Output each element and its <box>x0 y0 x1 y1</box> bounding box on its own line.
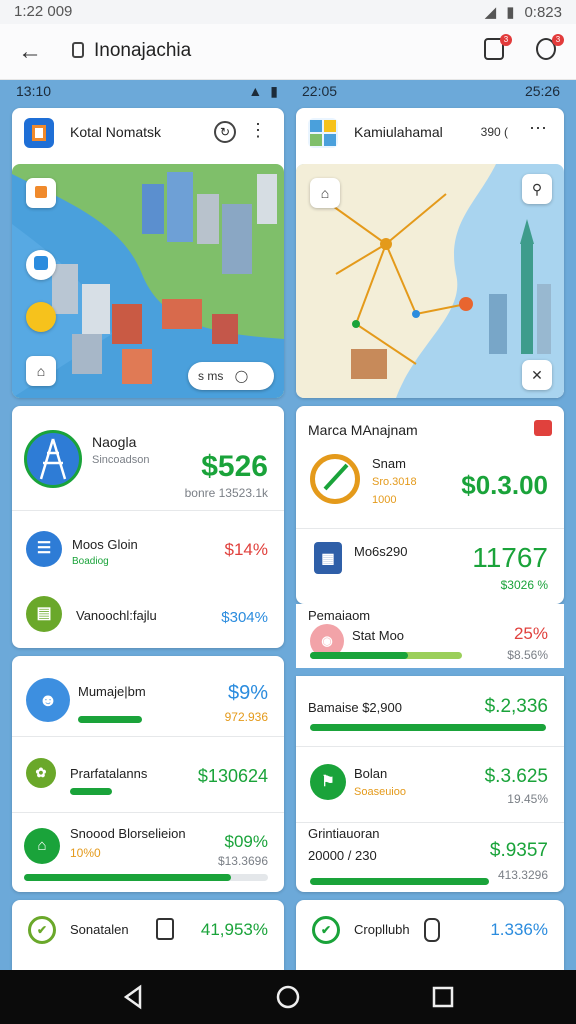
page-title: Inonajachia <box>94 40 192 61</box>
right-list-card: Bamaise $2,900 $.2,336 ⚑ Bolan Soaseuioo… <box>296 676 564 892</box>
left-map-card: Kotal Nomatsk ↻ ⋮ ⌂ s ms ◯ <box>12 108 284 398</box>
gauge-icon <box>310 454 360 504</box>
notifications-badge: 3 <box>552 34 564 46</box>
bottom-left-card[interactable]: ✔ Sonatalen 41,953% <box>12 900 284 970</box>
favorite-button[interactable] <box>26 302 56 332</box>
chart-icon: ▤ <box>26 596 62 632</box>
status-time: 1:22 009 <box>14 3 73 20</box>
left-list-card: ☻ Mumaje|bm $9% 972.936 ✿ Prarfatalanns … <box>12 656 284 892</box>
person-icon: ☻ <box>26 678 70 722</box>
map-extra: 390 ( <box>480 125 508 139</box>
list-item[interactable]: Grintiauoran 20000 / 230 $.9357 413.3296 <box>296 822 564 892</box>
flag-icon[interactable] <box>534 420 552 436</box>
clock-icon: ✔ <box>312 916 340 944</box>
right-pane-status: 22:05 25:26 <box>302 83 560 99</box>
refresh-icon: ◯ <box>234 369 249 383</box>
back-arrow-icon[interactable]: ← <box>18 38 42 66</box>
nav-recents-icon[interactable] <box>430 984 456 1010</box>
building-icon: ▦ <box>314 542 342 574</box>
map-title: Kotal Nomatsk <box>70 124 162 140</box>
right-stats-card: Marca MAnajnam Snam Sro.3018 1000 $0.3.0… <box>296 406 564 604</box>
tower-icon <box>24 430 82 488</box>
app-bar: ← Inonajachia 3 3 <box>0 24 576 80</box>
close-icon[interactable]: ✕ <box>522 360 552 390</box>
menu-dots-icon[interactable]: ⋯ <box>529 118 548 139</box>
tabs-button[interactable]: 3 <box>484 34 512 62</box>
layers-button[interactable] <box>26 178 56 208</box>
list-item[interactable]: Bamaise $2,900 $.2,336 <box>296 676 564 746</box>
battery-icon <box>424 918 440 942</box>
left-stats-card: Naogla Sincoadson $526 bonre 13523.1k ☰ … <box>12 406 284 648</box>
list-item[interactable]: ✿ Prarfatalanns $130624 <box>12 736 284 812</box>
signal-icon: ◢ <box>484 4 497 21</box>
status-right: 0:823 <box>524 3 562 21</box>
wifi-icon: ▲ <box>248 83 263 99</box>
leaf-icon: ✿ <box>26 758 56 788</box>
right-progress-row: Pemaiaom ◉ Stat Moo 25% $8.56% <box>296 604 564 668</box>
nav-home-icon[interactable] <box>275 984 301 1010</box>
progress-bar <box>78 716 142 723</box>
truck-icon: ⚑ <box>310 764 346 800</box>
home-icon[interactable]: ⌂ <box>310 178 340 208</box>
progress-bar <box>70 788 112 795</box>
list-item[interactable]: ⌂ Snoood Blorselieion 10%0 $09% $13.3696 <box>12 812 284 892</box>
right-map-card: Kamiulahamal 390 ( ⋯ ⌂ ⚲ ✕ <box>296 108 564 398</box>
bag-icon <box>156 918 174 940</box>
list-item[interactable]: ☻ Mumaje|bm $9% 972.936 <box>12 656 284 736</box>
list-item[interactable]: ⚑ Bolan Soaseuioo $.3.625 19.45% <box>296 746 564 822</box>
map-pill[interactable]: s ms ◯ <box>188 362 274 390</box>
progress-bar <box>310 878 489 885</box>
search-icon[interactable]: ⚲ <box>522 174 552 204</box>
menu-dots-icon[interactable]: ⋮ <box>249 120 268 141</box>
map-app-icon <box>308 118 338 148</box>
bottom-right-card[interactable]: ✔ Cropllubh 1.336% <box>296 900 564 970</box>
city-map[interactable]: ⌂ s ms ◯ <box>12 164 284 398</box>
share-icon[interactable]: ↻ <box>214 121 236 143</box>
clock-icon: ✔ <box>28 916 56 944</box>
home-icon[interactable]: ⌂ <box>26 356 56 386</box>
system-navbar <box>0 970 576 1024</box>
progress-bar <box>24 874 231 881</box>
compass-icon <box>24 118 54 148</box>
notifications-button[interactable]: 3 <box>536 34 564 62</box>
battery-icon: ▮ <box>506 4 515 21</box>
route-map[interactable]: ⌂ ⚲ ✕ <box>296 164 564 398</box>
left-pane-status: 13:10 ▲ ▮ <box>16 83 278 99</box>
progress-bar <box>310 652 408 659</box>
nav-back-icon[interactable] <box>120 984 146 1010</box>
home-icon: ⌂ <box>24 828 60 864</box>
lock-icon <box>72 42 84 58</box>
tabs-badge: 3 <box>500 34 512 46</box>
progress-bar <box>310 724 546 731</box>
location-button[interactable] <box>26 250 56 280</box>
map-title: Kamiulahamal <box>354 124 443 140</box>
battery-icon: ▮ <box>270 83 278 99</box>
status-bar: 1:22 009 ◢ ▮ 0:823 <box>0 0 576 24</box>
list-icon: ☰ <box>26 531 62 567</box>
